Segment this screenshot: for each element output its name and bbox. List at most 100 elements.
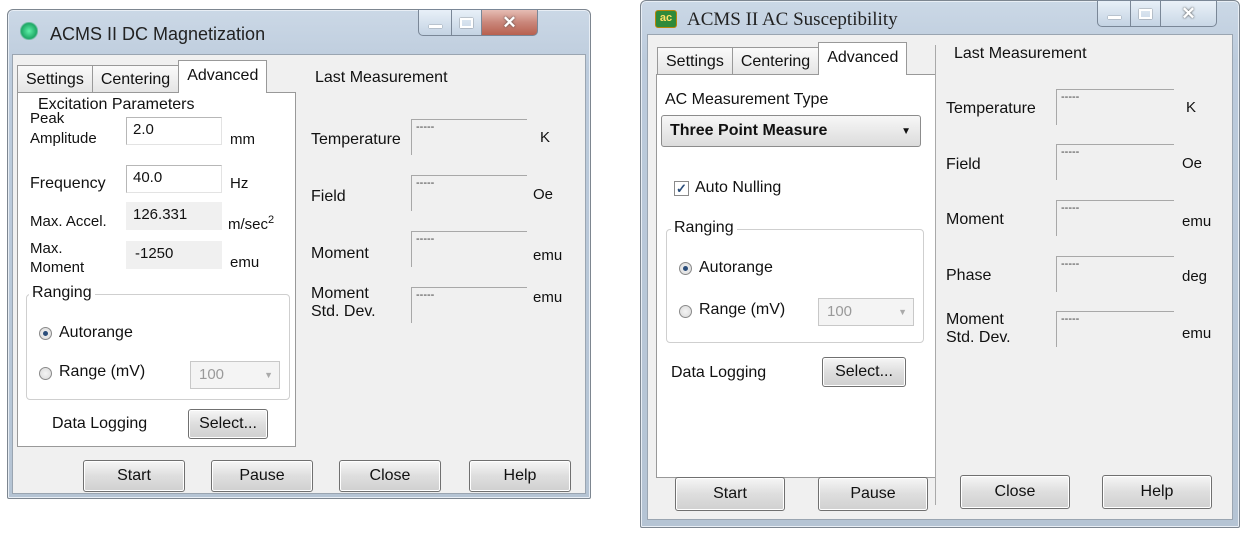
last-measurement-heading: Last Measurement [315, 69, 448, 86]
temperature-value: ----- [411, 119, 527, 155]
ac-app-icon: ac [655, 10, 677, 28]
ac-measurement-type-label: AC Measurement Type [665, 91, 829, 108]
peak-amplitude-unit: mm [230, 131, 255, 148]
data-logging-label: Data Logging [671, 364, 767, 381]
temperature-unit: K [1186, 99, 1197, 116]
advanced-tab-panel: AC Measurement Type Three Point Measure … [656, 74, 936, 478]
autorange-label[interactable]: Autorange [699, 259, 773, 277]
moment-value: ----- [1056, 200, 1174, 236]
max-moment-label-line1: Max. [30, 240, 63, 257]
ac-measurement-type-dropdown[interactable]: Three Point Measure ▼ [661, 115, 921, 147]
max-accel-value: 126.331 [126, 202, 222, 230]
tab-advanced[interactable]: Advanced [178, 60, 268, 93]
select-data-logging-button[interactable]: Select... [188, 409, 268, 439]
moment-std-dev-value: ----- [1056, 311, 1174, 347]
range-mv-radio[interactable] [679, 305, 692, 318]
close-button[interactable]: Close [339, 460, 441, 492]
ac-susceptibility-window: ac ACMS II AC Susceptibility ✕ Settings … [640, 0, 1240, 528]
tab-settings[interactable]: Settings [657, 47, 733, 75]
autorange-radio[interactable] [39, 327, 52, 340]
maximize-icon [460, 17, 473, 28]
pause-button[interactable]: Pause [211, 460, 313, 492]
client-area: Settings Centering Advanced AC Measureme… [647, 34, 1233, 520]
max-accel-unit-text: m/sec [228, 216, 269, 233]
maximize-icon [1139, 8, 1152, 19]
peak-amplitude-label-line1: Peak [30, 110, 65, 127]
moment-unit: emu [1182, 213, 1212, 230]
close-icon: ✕ [502, 12, 517, 32]
temperature-label: Temperature [946, 100, 1036, 117]
minimize-button[interactable] [1097, 0, 1131, 27]
tab-settings[interactable]: Settings [17, 65, 93, 93]
last-measurement-heading: Last Measurement [954, 45, 1087, 62]
minimize-button[interactable] [418, 9, 452, 36]
moment-value: ----- [411, 231, 527, 267]
help-button[interactable]: Help [1102, 475, 1212, 509]
chevron-down-icon: ▼ [264, 370, 273, 380]
temperature-unit: K [540, 129, 551, 146]
window-title: ACMS II DC Magnetization [50, 24, 266, 44]
peak-amplitude-label: Peak Amplitude [30, 109, 97, 149]
field-unit: Oe [533, 186, 554, 203]
autorange-radio[interactable] [679, 262, 692, 275]
field-label: Field [946, 156, 981, 173]
data-logging-label: Data Logging [52, 415, 148, 432]
max-moment-label: Max. Moment [30, 239, 84, 277]
moment-label: Moment [311, 245, 369, 262]
moment-std-dev-value: ----- [411, 287, 527, 323]
moment-std-dev-label: Moment Std. Dev. [311, 285, 376, 321]
close-icon: ✕ [1181, 3, 1196, 23]
tab-centering[interactable]: Centering [731, 47, 820, 75]
title-bar[interactable]: ACMS II DC Magnetization ✕ [8, 9, 590, 54]
frequency-input[interactable]: 40.0 [126, 165, 222, 193]
temperature-label: Temperature [311, 131, 401, 148]
auto-nulling-label[interactable]: Auto Nulling [695, 179, 781, 197]
close-window-button[interactable]: ✕ [482, 9, 538, 36]
pause-button[interactable]: Pause [818, 477, 928, 511]
frequency-label: Frequency [30, 175, 106, 192]
range-mv-value: 100 [199, 366, 225, 383]
range-mv-label[interactable]: Range (mV) [59, 363, 145, 381]
moment-label: Moment [946, 211, 1004, 228]
close-button[interactable]: Close [960, 475, 1070, 509]
autorange-label[interactable]: Autorange [59, 324, 133, 342]
field-label: Field [311, 188, 346, 205]
advanced-tab-panel: Excitation Parameters Peak Amplitude 2.0… [17, 92, 296, 447]
start-button[interactable]: Start [675, 477, 785, 511]
peak-amplitude-input[interactable]: 2.0 [126, 117, 222, 145]
maximize-button[interactable] [1131, 0, 1161, 27]
chevron-down-icon: ▼ [898, 307, 907, 317]
phase-value: ----- [1056, 256, 1174, 292]
ranging-group-title: Ranging [29, 284, 95, 302]
phase-unit: deg [1182, 268, 1208, 285]
ranging-group-title: Ranging [671, 219, 737, 237]
tab-centering[interactable]: Centering [91, 65, 180, 93]
ranging-group: Ranging Autorange Range (mV) 100 ▼ [26, 284, 290, 400]
max-accel-label: Max. Accel. [30, 213, 107, 230]
temperature-value: ----- [1056, 89, 1174, 125]
moment-std-dev-label-line2: Std. Dev. [311, 303, 376, 320]
tab-advanced[interactable]: Advanced [818, 42, 908, 75]
column-separator [935, 45, 936, 505]
app-icon [20, 22, 38, 40]
help-button[interactable]: Help [469, 460, 571, 492]
range-mv-value: 100 [827, 303, 853, 320]
range-mv-radio[interactable] [39, 367, 52, 380]
minimize-icon [428, 25, 442, 28]
start-button[interactable]: Start [83, 460, 185, 492]
select-data-logging-button[interactable]: Select... [822, 357, 906, 387]
max-accel-unit-superscript: 2 [268, 214, 275, 226]
range-mv-label[interactable]: Range (mV) [699, 301, 785, 319]
tab-strip: Settings Centering Advanced [657, 42, 908, 75]
ranging-group: Ranging Autorange Range (mV) 100 ▼ [666, 219, 924, 343]
auto-nulling-checkbox[interactable]: ✓ [674, 181, 689, 196]
close-window-button[interactable]: ✕ [1161, 0, 1217, 27]
moment-std-dev-label: Moment Std. Dev. [946, 311, 1011, 347]
max-accel-unit: m/sec2 [228, 211, 274, 234]
moment-unit: emu [533, 247, 563, 264]
peak-amplitude-label-line2: Amplitude [30, 130, 97, 147]
maximize-button[interactable] [452, 9, 482, 36]
range-mv-dropdown: 100 ▼ [818, 298, 914, 326]
max-moment-value: -1250 [126, 241, 222, 269]
max-moment-label-line2: Moment [30, 259, 85, 276]
